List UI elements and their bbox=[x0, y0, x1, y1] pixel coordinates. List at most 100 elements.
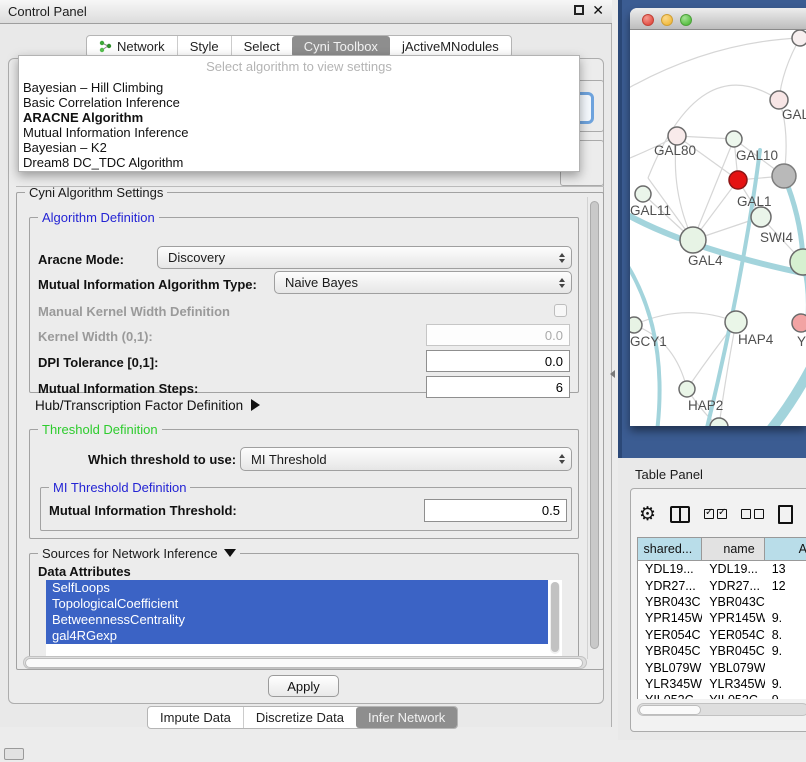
node-label: SWI4 bbox=[760, 230, 793, 245]
algorithm-option[interactable]: ARACNE Algorithm bbox=[19, 110, 579, 125]
tab-label: Impute Data bbox=[160, 710, 231, 725]
table-row[interactable]: YLR345WYLR345W9. bbox=[638, 676, 806, 692]
attribute-item[interactable]: TopologicalCoefficient bbox=[46, 596, 548, 612]
network-node[interactable] bbox=[710, 418, 728, 426]
settings-vertical-scrollbar[interactable] bbox=[587, 197, 601, 659]
network-node[interactable] bbox=[792, 30, 806, 46]
network-edge[interactable] bbox=[779, 38, 800, 100]
columns-icon[interactable] bbox=[670, 506, 690, 523]
network-node[interactable] bbox=[772, 164, 796, 188]
export-table-icon[interactable] bbox=[778, 505, 793, 524]
table-row[interactable]: YER054CYER054C8. bbox=[638, 627, 806, 643]
settings-vertical-thumb[interactable] bbox=[590, 201, 599, 649]
zoom-traffic-light-icon[interactable] bbox=[680, 14, 692, 26]
mi-threshold-input[interactable] bbox=[424, 499, 567, 522]
attributes-scrollbar-thumb[interactable] bbox=[551, 582, 559, 652]
table-row[interactable]: YIL052CYIL052C9 bbox=[638, 692, 806, 699]
node-label: GCY1 bbox=[630, 334, 667, 349]
table-cell bbox=[765, 594, 806, 610]
table-row[interactable]: YBL079WYBL079W bbox=[638, 659, 806, 675]
close-traffic-light-icon[interactable] bbox=[642, 14, 654, 26]
table-cell: YER054C bbox=[702, 627, 765, 643]
tab-jactivemnodules[interactable]: jActiveMNodules bbox=[390, 36, 511, 57]
dpi-field-wrap bbox=[426, 350, 570, 372]
which-threshold-select[interactable]: MI Threshold bbox=[240, 447, 572, 471]
hub-definition-toggle[interactable]: Hub/Transcription Factor Definition bbox=[35, 398, 260, 413]
select-all-checks-icon[interactable] bbox=[704, 509, 727, 519]
dpi-tolerance-input[interactable] bbox=[426, 350, 570, 372]
table-row[interactable]: YDR27...YDR27...12 bbox=[638, 577, 806, 593]
network-node-gcy1[interactable] bbox=[630, 317, 642, 333]
tab-cyni-toolbox[interactable]: Cyni Toolbox bbox=[292, 36, 390, 57]
mi-steps-input[interactable] bbox=[426, 376, 570, 398]
algorithm-option[interactable]: Basic Correlation Inference bbox=[19, 95, 579, 110]
column-header[interactable]: name bbox=[702, 538, 764, 561]
network-edge[interactable] bbox=[630, 38, 800, 90]
attribute-item[interactable]: gal4RGexp bbox=[46, 628, 548, 644]
network-graph: GALGAL80GAL10GAL1GAL11GAL4SWI4GCY1HAP4YH… bbox=[630, 30, 806, 426]
threshold-definition-title: Threshold Definition bbox=[38, 422, 162, 437]
table-cell: 9 bbox=[765, 692, 806, 699]
bottom-panel-grip[interactable] bbox=[4, 748, 24, 760]
combo-arrows-icon bbox=[559, 454, 565, 464]
aracne-mode-select[interactable]: Discovery bbox=[157, 246, 572, 269]
table-row[interactable]: YDL19...YDL19...13 bbox=[638, 561, 806, 577]
network-node-gal1[interactable] bbox=[751, 207, 771, 227]
gear-icon[interactable]: ⚙ bbox=[639, 505, 656, 524]
attributes-scrollbar[interactable] bbox=[550, 582, 560, 654]
column-header[interactable]: A bbox=[765, 538, 806, 561]
network-node[interactable] bbox=[729, 171, 747, 189]
data-attributes-list[interactable]: SelfLoopsTopologicalCoefficientBetweenne… bbox=[46, 580, 562, 656]
attribute-item[interactable]: SelfLoops bbox=[46, 580, 548, 596]
node-label: GAL4 bbox=[688, 253, 723, 268]
collapse-down-icon bbox=[224, 549, 236, 557]
network-node-gal4[interactable] bbox=[680, 227, 706, 253]
tab-impute-data[interactable]: Impute Data bbox=[148, 707, 243, 728]
algorithm-option[interactable]: Mutual Information Inference bbox=[19, 125, 579, 140]
table-cell: YBR043C bbox=[702, 594, 765, 610]
network-node-hap2[interactable] bbox=[679, 381, 695, 397]
float-panel-icon[interactable] bbox=[574, 5, 584, 15]
network-edge-highlighted[interactable] bbox=[726, 358, 806, 426]
algorithm-option[interactable]: Dream8 DC_TDC Algorithm bbox=[19, 155, 579, 170]
minimize-traffic-light-icon[interactable] bbox=[661, 14, 673, 26]
network-node-hap4[interactable] bbox=[725, 311, 747, 333]
network-canvas[interactable]: GALGAL80GAL10GAL1GAL11GAL4SWI4GCY1HAP4YH… bbox=[630, 30, 806, 426]
table-panel-title: Table Panel bbox=[635, 467, 703, 482]
tab-style[interactable]: Style bbox=[177, 36, 231, 57]
tab-network[interactable]: Network bbox=[87, 36, 177, 57]
attribute-item[interactable]: BetweennessCentrality bbox=[46, 612, 548, 628]
deselect-all-checks-icon[interactable] bbox=[741, 509, 764, 519]
tab-label: Style bbox=[190, 39, 219, 54]
tab-discretize-data[interactable]: Discretize Data bbox=[243, 707, 356, 728]
table-row[interactable]: YBR043CYBR043C bbox=[638, 594, 806, 610]
tab-select[interactable]: Select bbox=[231, 36, 292, 57]
algorithm-option[interactable]: Bayesian – K2 bbox=[19, 140, 579, 155]
table-toolbar: ⚙ bbox=[639, 499, 806, 529]
table-cell: YDR27... bbox=[638, 577, 702, 593]
tab-infer-network[interactable]: Infer Network bbox=[356, 707, 457, 728]
splitter-collapse-icon[interactable] bbox=[610, 370, 615, 378]
network-node-gal10[interactable] bbox=[726, 131, 742, 147]
apply-button[interactable]: Apply bbox=[268, 675, 339, 697]
column-header[interactable]: shared... bbox=[638, 538, 702, 561]
network-node-gal11[interactable] bbox=[635, 186, 651, 202]
table-row[interactable]: YBR045CYBR045C9. bbox=[638, 643, 806, 659]
close-panel-icon[interactable]: ✕ bbox=[592, 2, 604, 19]
node-table[interactable]: shared...nameA YDL19...YDL19...13YDR27..… bbox=[637, 537, 806, 699]
table-row[interactable]: YPR145WYPR145W9. bbox=[638, 610, 806, 626]
settings-horizontal-scrollbar[interactable] bbox=[23, 656, 587, 669]
manual-kernel-checkbox[interactable] bbox=[554, 304, 567, 317]
mi-threshold-group: MI Threshold Definition Mutual Informati… bbox=[40, 487, 572, 531]
table-horizontal-thumb[interactable] bbox=[639, 705, 701, 715]
network-edge[interactable] bbox=[693, 139, 734, 240]
kernel-width-input[interactable] bbox=[426, 324, 570, 346]
table-horizontal-scrollbar[interactable] bbox=[637, 703, 806, 716]
table-cell: YBL079W bbox=[638, 659, 702, 675]
network-window-titlebar[interactable] bbox=[630, 8, 806, 30]
network-node-y[interactable] bbox=[792, 314, 806, 332]
algorithm-option[interactable]: Bayesian – Hill Climbing bbox=[19, 80, 579, 95]
sources-group-title[interactable]: Sources for Network Inference bbox=[38, 546, 240, 561]
settings-horizontal-thumb[interactable] bbox=[25, 658, 583, 668]
mi-type-select[interactable]: Naive Bayes bbox=[274, 271, 572, 294]
